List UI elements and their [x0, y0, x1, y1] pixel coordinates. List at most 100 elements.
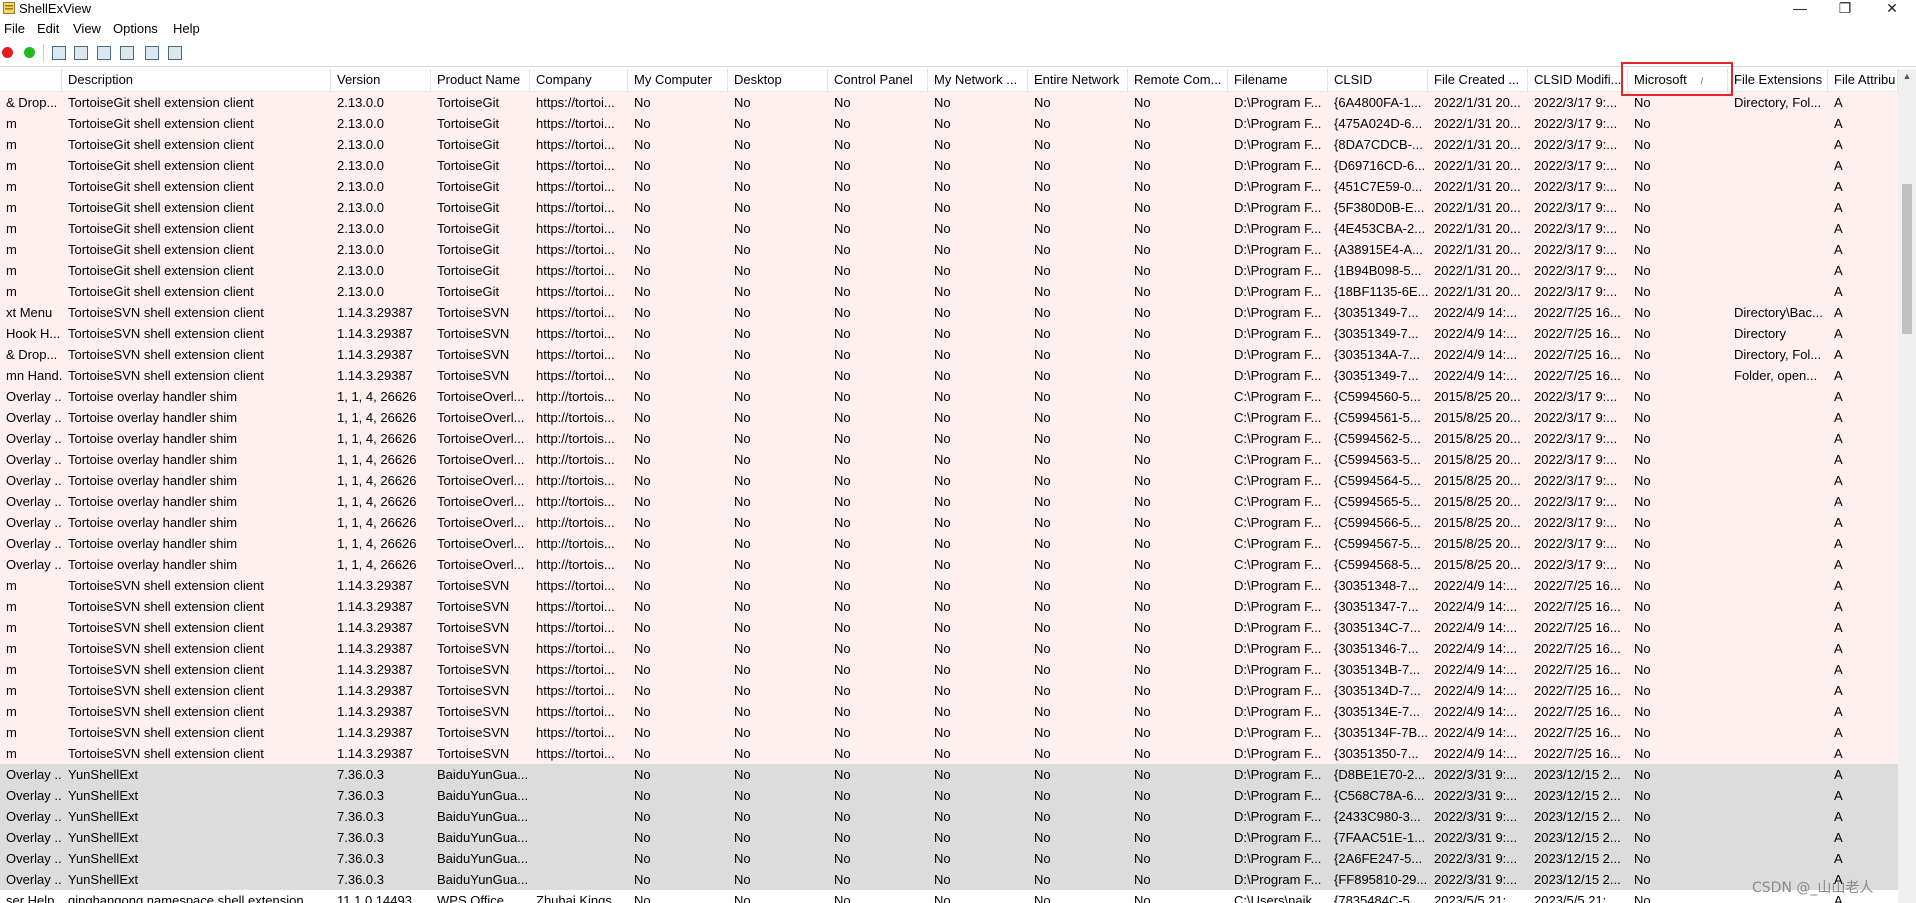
table-row[interactable]: Overlay ... Tortoise overlay handler shim…: [0, 428, 1898, 449]
table-row[interactable]: mn Hand... TortoiseSVN shell extension cl…: [0, 365, 1898, 386]
column-header-my-network[interactable]: My Network ...: [928, 69, 1028, 91]
cell-file-extensions: [1728, 533, 1828, 554]
cell-clsid-modifi: 2022/3/17 9:...: [1534, 452, 1618, 467]
table-row[interactable]: m TortoiseGit shell extension client 2.13.…: [0, 197, 1898, 218]
refresh-icon[interactable]: [74, 46, 88, 60]
maximize-button[interactable]: ❐: [1825, 0, 1865, 18]
table-row[interactable]: xt Menu TortoiseSVN shell extension clien…: [0, 302, 1898, 323]
column-header-version[interactable]: Version: [331, 69, 431, 91]
column-header-entire-network[interactable]: Entire Network: [1028, 69, 1128, 91]
minimize-button[interactable]: —: [1780, 0, 1820, 18]
table-row[interactable]: Overlay ... Tortoise overlay handler shim…: [0, 386, 1898, 407]
table-row[interactable]: & Drop... TortoiseGit shell extension cli…: [0, 92, 1898, 113]
cell-my-computer: No: [634, 473, 651, 488]
html-report-icon[interactable]: [145, 46, 159, 60]
table-row[interactable]: m TortoiseSVN shell extension client 1.14.…: [0, 596, 1898, 617]
column-header-company[interactable]: Company: [530, 69, 628, 91]
table-row[interactable]: Overlay ... Tortoise overlay handler shim…: [0, 491, 1898, 512]
table-row[interactable]: m TortoiseSVN shell extension client 1.14.…: [0, 722, 1898, 743]
column-header-product-name[interactable]: Product Name: [431, 69, 530, 91]
column-header-clsid[interactable]: CLSID: [1328, 69, 1428, 91]
table-row[interactable]: Overlay ... Tortoise overlay handler shim…: [0, 470, 1898, 491]
column-header-control-panel[interactable]: Control Panel: [828, 69, 928, 91]
cell-remote-com: No: [1134, 179, 1151, 194]
extensions-list[interactable]: Description Version Product Name Company My …: [0, 69, 1898, 903]
column-header-microsoft[interactable]: Microsoft /: [1628, 69, 1728, 91]
table-row[interactable]: Overlay ... YunShellExt 7.36.0.3 BaiduYunGu…: [0, 764, 1898, 785]
properties-icon[interactable]: [120, 46, 134, 60]
menu-help[interactable]: Help: [173, 21, 200, 36]
table-row[interactable]: Overlay ... Tortoise overlay handler shim…: [0, 407, 1898, 428]
cell-my-network: No: [934, 410, 951, 425]
exit-icon[interactable]: [168, 46, 182, 60]
table-row[interactable]: m TortoiseSVN shell extension client 1.14.…: [0, 701, 1898, 722]
table-row[interactable]: Overlay ... Tortoise overlay handler shim…: [0, 449, 1898, 470]
cell-version: 1, 1, 4, 26626: [337, 410, 417, 425]
table-row[interactable]: ser Help... qinghangong namespace shell e…: [0, 890, 1898, 903]
table-row[interactable]: m TortoiseGit shell extension client 2.13.…: [0, 281, 1898, 302]
cell-my-computer: No: [634, 830, 651, 845]
table-row[interactable]: m TortoiseGit shell extension client 2.13.…: [0, 113, 1898, 134]
table-row[interactable]: Overlay ... YunShellExt 7.36.0.3 BaiduYunGu…: [0, 848, 1898, 869]
cell-my-network: No: [934, 515, 951, 530]
table-row[interactable]: m TortoiseGit shell extension client 2.13.…: [0, 176, 1898, 197]
cell-entire-network: No: [1034, 641, 1051, 656]
cell-entire-network: No: [1034, 326, 1051, 341]
menu-view[interactable]: View: [73, 21, 101, 36]
cell-description: TortoiseSVN shell extension client: [68, 368, 264, 383]
menu-options[interactable]: Options: [113, 21, 158, 36]
cell-clsid-modifi: 2023/12/15 2...: [1534, 830, 1621, 845]
table-row[interactable]: m TortoiseGit shell extension client 2.13.…: [0, 134, 1898, 155]
table-row[interactable]: m TortoiseGit shell extension client 2.13.…: [0, 218, 1898, 239]
column-header-label: Microsoft: [1634, 72, 1687, 87]
table-row[interactable]: m TortoiseSVN shell extension client 1.14.…: [0, 743, 1898, 764]
table-row[interactable]: Overlay ... YunShellExt 7.36.0.3 BaiduYunGu…: [0, 827, 1898, 848]
column-header-remote-com[interactable]: Remote Com...: [1128, 69, 1228, 91]
table-row[interactable]: m TortoiseGit shell extension client 2.13.…: [0, 260, 1898, 281]
menu-edit[interactable]: Edit: [37, 21, 59, 36]
table-row[interactable]: m TortoiseGit shell extension client 2.13.…: [0, 239, 1898, 260]
column-header-type[interactable]: [0, 69, 62, 91]
column-header-description[interactable]: Description: [62, 69, 331, 91]
cell-entire-network: No: [1034, 767, 1051, 782]
column-header-my-computer[interactable]: My Computer: [628, 69, 728, 91]
column-header-file-extensions[interactable]: File Extensions: [1728, 69, 1828, 91]
cell-remote-com: No: [1134, 788, 1151, 803]
disable-red-icon[interactable]: [2, 47, 13, 58]
column-header-file-created[interactable]: File Created ...: [1428, 69, 1528, 91]
close-button[interactable]: ✕: [1872, 0, 1912, 18]
table-row[interactable]: Hook H... TortoiseSVN shell extension cli…: [0, 323, 1898, 344]
table-row[interactable]: m TortoiseSVN shell extension client 1.14.…: [0, 575, 1898, 596]
column-header-file-attribu[interactable]: File Attribu: [1828, 69, 1898, 91]
cell-company: https://tortoi...: [536, 284, 615, 299]
cell-description: YunShellExt: [68, 872, 139, 887]
column-header-filename[interactable]: Filename: [1228, 69, 1328, 91]
vertical-scrollbar[interactable]: ▲: [1898, 69, 1916, 903]
sort-indicator-icon: /: [1700, 76, 1704, 86]
table-row[interactable]: m TortoiseSVN shell extension client 1.14.…: [0, 659, 1898, 680]
table-row[interactable]: Overlay ... YunShellExt 7.36.0.3 BaiduYunGu…: [0, 806, 1898, 827]
table-row[interactable]: Overlay ... Tortoise overlay handler shim…: [0, 554, 1898, 575]
menu-file[interactable]: File: [4, 21, 25, 36]
table-row[interactable]: m TortoiseSVN shell extension client 1.14.…: [0, 617, 1898, 638]
table-row[interactable]: Overlay ... Tortoise overlay handler shim…: [0, 512, 1898, 533]
table-row[interactable]: Overlay ... YunShellExt 7.36.0.3 BaiduYunGu…: [0, 869, 1898, 890]
column-header-desktop[interactable]: Desktop: [728, 69, 828, 91]
table-row[interactable]: Overlay ... Tortoise overlay handler shim…: [0, 533, 1898, 554]
table-row[interactable]: m TortoiseGit shell extension client 2.13.…: [0, 155, 1898, 176]
table-row[interactable]: & Drop... TortoiseSVN shell extension cli…: [0, 344, 1898, 365]
cell-description: TortoiseSVN shell extension client: [68, 725, 264, 740]
cell-remote-com: No: [1134, 809, 1151, 824]
scroll-up-icon[interactable]: ▲: [1898, 71, 1916, 85]
cell-clsid: {3035134B-7...: [1334, 662, 1421, 677]
scroll-thumb[interactable]: [1902, 184, 1912, 334]
enable-green-icon[interactable]: [24, 47, 35, 58]
table-row[interactable]: m TortoiseSVN shell extension client 1.14.…: [0, 680, 1898, 701]
table-row[interactable]: Overlay ... YunShellExt 7.36.0.3 BaiduYunGu…: [0, 785, 1898, 806]
copy-icon[interactable]: [97, 46, 111, 60]
column-header-clsid-modifi[interactable]: CLSID Modifi...: [1528, 69, 1628, 91]
cell-description: Tortoise overlay handler shim: [68, 536, 238, 551]
table-row[interactable]: m TortoiseSVN shell extension client 1.14.…: [0, 638, 1898, 659]
save-icon[interactable]: [52, 46, 66, 60]
cell-control-panel: No: [834, 326, 851, 341]
